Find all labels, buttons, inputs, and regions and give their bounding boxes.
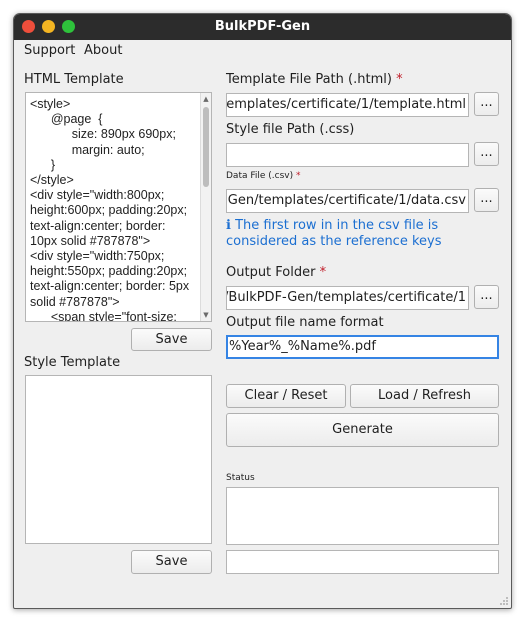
title-bar: BulkPDF-Gen — [14, 14, 511, 40]
style-path-browse-button[interactable]: ... — [474, 142, 499, 166]
output-folder-browse-button[interactable]: ... — [474, 285, 499, 309]
html-template-code[interactable]: <style> @page { size: 890px 690px; margi… — [30, 97, 195, 321]
required-mark: * — [319, 265, 327, 280]
scroll-up-icon[interactable]: ▲ — [201, 94, 211, 104]
resize-grip-icon[interactable] — [499, 596, 509, 606]
status-output — [226, 487, 499, 545]
style-template-label: Style Template — [24, 355, 121, 370]
required-mark: * — [296, 171, 301, 181]
clear-reset-button[interactable]: Clear / Reset — [226, 384, 346, 408]
scroll-thumb[interactable] — [203, 107, 209, 187]
data-file-label: Data File (.csv) * — [226, 171, 301, 181]
template-path-label-text: Template File Path (.html) — [226, 72, 392, 87]
template-path-value: /home/user/app/BulkPDF-Gen/templates/cer… — [226, 97, 466, 112]
template-path-label: Template File Path (.html) * — [226, 72, 403, 87]
style-path-input[interactable] — [226, 143, 469, 167]
template-path-browse-button[interactable]: ... — [474, 92, 499, 116]
output-folder-label-text: Output Folder — [226, 265, 316, 280]
filename-format-label: Output file name format — [226, 315, 384, 330]
html-template-save-button[interactable]: Save — [131, 328, 212, 351]
scroll-down-icon[interactable]: ▼ — [201, 310, 211, 320]
data-file-value: /home/user/app/BulkPDF-Gen/templates/cer… — [227, 193, 466, 208]
status-label: Status — [226, 473, 255, 483]
style-template-editor[interactable] — [25, 375, 212, 544]
html-template-label: HTML Template — [24, 72, 124, 87]
filename-format-input[interactable]: %Year%_%Name%.pdf — [226, 335, 499, 359]
output-folder-label: Output Folder * — [226, 265, 326, 280]
template-path-input[interactable]: /home/user/app/BulkPDF-Gen/templates/cer… — [226, 93, 469, 117]
output-folder-value: /home/user/app/BulkPDF-Gen/templates/cer… — [227, 290, 466, 305]
app-window: BulkPDF-Gen Support About HTML Template … — [13, 13, 512, 609]
style-path-label: Style file Path (.css) — [226, 122, 355, 137]
output-folder-input[interactable]: /home/user/app/BulkPDF-Gen/templates/cer… — [226, 286, 469, 310]
menu-bar: Support About — [14, 40, 511, 63]
generate-button[interactable]: Generate — [226, 413, 499, 447]
data-file-label-text: Data File (.csv) — [226, 171, 294, 181]
window-title: BulkPDF-Gen — [214, 19, 311, 34]
data-file-input[interactable]: /home/user/app/BulkPDF-Gen/templates/cer… — [226, 189, 469, 213]
load-refresh-button[interactable]: Load / Refresh — [350, 384, 499, 408]
data-file-browse-button[interactable]: ... — [474, 188, 499, 212]
csv-info-text: ℹ The first row in in the csv file is co… — [226, 218, 442, 249]
required-mark: * — [396, 72, 403, 87]
menu-about[interactable]: About — [84, 43, 122, 58]
html-template-editor[interactable]: <style> @page { size: 890px 690px; margi… — [25, 92, 212, 322]
html-template-scrollbar[interactable]: ▲ ▼ — [200, 93, 211, 321]
menu-support[interactable]: Support — [24, 43, 75, 58]
style-template-save-button[interactable]: Save — [131, 550, 212, 574]
bottom-status-field — [226, 550, 499, 574]
